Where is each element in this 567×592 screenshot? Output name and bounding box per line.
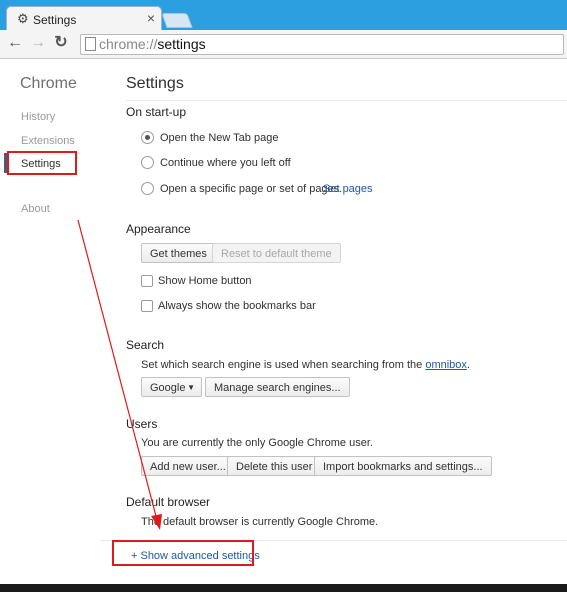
section-title-startup: On start-up <box>126 105 187 119</box>
search-engine-select[interactable]: Google ▼ <box>141 377 202 397</box>
page-title: Settings <box>126 75 184 92</box>
startup-label-continue: Continue where you left off <box>160 157 291 169</box>
omnibox-link[interactable]: omnibox <box>425 359 467 371</box>
new-tab-button[interactable] <box>161 13 193 28</box>
startup-label-specific: Open a specific page or set of pages. <box>160 183 343 195</box>
startup-radio-continue[interactable] <box>141 156 154 169</box>
startup-label-new-tab: Open the New Tab page <box>160 132 279 144</box>
section-title-users: Users <box>126 417 158 431</box>
manage-search-engines-button[interactable]: Manage search engines... <box>205 377 350 397</box>
get-themes-button[interactable]: Get themes <box>141 243 216 263</box>
dropdown-arrow-icon: ▼ <box>187 383 195 392</box>
section-title-search: Search <box>126 338 165 352</box>
back-arrow-icon[interactable]: ← <box>5 34 25 52</box>
sidebar-item-history[interactable]: History <box>21 111 55 123</box>
delete-user-button[interactable]: Delete this user <box>227 456 322 476</box>
reload-icon[interactable]: ↻ <box>51 34 71 52</box>
add-user-button[interactable]: Add new user... <box>141 456 235 476</box>
url-scheme: chrome:// <box>99 36 158 52</box>
users-description: You are currently the only Google Chrome… <box>141 437 373 449</box>
show-bookmarks-checkbox[interactable] <box>141 300 153 312</box>
set-pages-link[interactable]: Set pages <box>323 183 373 195</box>
search-desc-text: Set which search engine is used when sea… <box>141 359 423 371</box>
gear-icon: ⚙ <box>17 11 29 26</box>
show-home-label: Show Home button <box>158 275 252 287</box>
default-browser-description: The default browser is currently Google … <box>141 516 379 528</box>
address-bar[interactable]: chrome://settings <box>80 34 564 55</box>
show-home-checkbox[interactable] <box>141 275 153 287</box>
sidebar-item-extensions[interactable]: Extensions <box>21 135 75 147</box>
page-icon <box>85 37 96 51</box>
tab-settings[interactable]: ⚙ Settings × <box>6 6 162 31</box>
reset-theme-button[interactable]: Reset to default theme <box>212 243 341 263</box>
search-desc-end: . <box>466 359 470 371</box>
sidebar-heading: Chrome <box>20 75 77 92</box>
annotation-highlight-advanced <box>112 540 254 566</box>
search-description: Set which search engine is used when sea… <box>141 359 470 371</box>
annotation-highlight-settings <box>7 151 77 175</box>
import-bookmarks-button[interactable]: Import bookmarks and settings... <box>314 456 492 476</box>
search-engine-value: Google <box>150 382 186 394</box>
tab-title: Settings <box>33 13 77 27</box>
bottom-bar <box>0 584 567 592</box>
sidebar-item-about[interactable]: About <box>21 203 50 215</box>
startup-radio-specific[interactable] <box>141 182 154 195</box>
section-title-appearance: Appearance <box>126 222 191 236</box>
url-path: settings <box>157 36 206 52</box>
url-text: chrome://settings <box>99 36 206 52</box>
startup-radio-new-tab[interactable] <box>141 131 154 144</box>
close-tab-icon[interactable]: × <box>147 10 155 26</box>
show-bookmarks-label: Always show the bookmarks bar <box>158 300 316 312</box>
section-title-default-browser: Default browser <box>126 495 211 509</box>
header-divider <box>126 100 567 101</box>
forward-arrow-icon[interactable]: → <box>28 34 48 52</box>
